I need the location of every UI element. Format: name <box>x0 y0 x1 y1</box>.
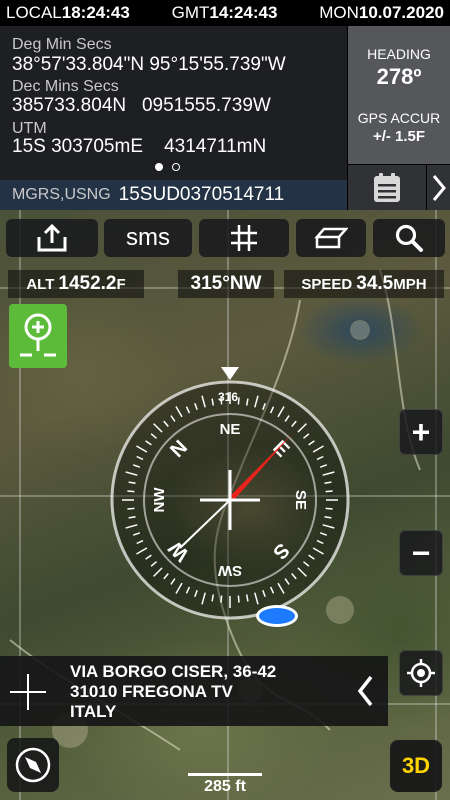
altitude-label: ALT <box>26 275 55 293</box>
altitude-unit: F <box>116 275 126 293</box>
dms-value: 38°57'33.804"N 95°15'55.739"W <box>12 54 286 75</box>
share-icon <box>37 223 67 252</box>
bearing-value: 315°NW <box>190 273 262 294</box>
address-panel[interactable]: VIA BORGO CISER, 36-42 31010 FREGONA TV … <box>0 656 388 726</box>
speed: SPEED 34.5 MPH <box>284 270 444 298</box>
gps-accuracy-value: +/- 1.5F <box>372 128 426 145</box>
compass-cardinal-label: NE <box>220 421 241 438</box>
dm-label: Dec Mins Secs <box>12 78 119 95</box>
add-location-icon <box>20 313 56 357</box>
gps-location-marker <box>256 605 298 627</box>
crosshair-icon <box>407 659 435 687</box>
speed-unit: MPH <box>393 275 427 293</box>
address-line-3: ITALY <box>70 702 117 721</box>
scale-bar <box>188 773 262 776</box>
chevron-left-icon <box>357 675 373 707</box>
page-dot[interactable] <box>172 163 180 171</box>
compass-cardinal-label: NW <box>151 487 168 513</box>
altitude: ALT 1452.2 F <box>8 270 144 298</box>
add-waypoint-button[interactable] <box>9 304 67 368</box>
collapse-address-button[interactable] <box>350 674 380 708</box>
address-line-1: VIA BORGO CISER, 36-42 <box>70 662 277 681</box>
mgrs-value: 15SUD0370514711 <box>118 184 285 205</box>
zoom-in-button[interactable]: + <box>399 409 443 455</box>
map-type-button[interactable] <box>296 219 366 257</box>
heading-value: 278º <box>376 64 422 89</box>
map-scale: 285 ft <box>186 773 264 800</box>
my-location-button[interactable] <box>399 650 443 696</box>
search-button[interactable] <box>373 219 445 257</box>
compass-top-reading: 316 <box>218 390 239 404</box>
next-panel-button[interactable] <box>427 165 450 210</box>
gmt-time: GMT14:24:43 <box>171 3 278 22</box>
bearing: 315°NW <box>178 270 274 298</box>
chevron-right-icon <box>432 174 446 201</box>
search-icon <box>395 224 423 252</box>
zoom-out-button[interactable]: − <box>399 530 443 576</box>
minus-icon: − <box>411 535 431 571</box>
crosshair-target-icon <box>10 674 46 710</box>
page-indicator[interactable] <box>155 163 180 171</box>
notes-icon <box>374 172 400 202</box>
status-bar: LOCAL18:24:43 GMT14:24:43 MON10.07.2020 <box>0 0 450 26</box>
coordinates-panel[interactable]: Deg Min Secs 38°57'33.804"N 95°15'55.739… <box>0 26 347 180</box>
mgrs-bar: MGRS,USNG 15SUD0370514711 <box>0 180 347 210</box>
sms-button[interactable]: sms <box>104 219 192 257</box>
altitude-value: 1452.2 <box>58 273 117 294</box>
plus-icon: + <box>411 414 431 450</box>
dms-label: Deg Min Secs <box>12 36 112 53</box>
address-line-2: 31010 FREGONA TV <box>70 682 233 701</box>
gps-accuracy-label: GPS ACCUR <box>357 110 441 126</box>
grid-button[interactable] <box>199 219 289 257</box>
compass-tick <box>325 507 333 510</box>
local-time: LOCAL18:24:43 <box>6 3 130 22</box>
compass-tick <box>127 490 135 493</box>
grid-icon <box>231 225 257 251</box>
compass-icon <box>15 747 51 783</box>
mgrs-label: MGRS,USNG <box>12 186 111 203</box>
heading-label: HEADING <box>367 46 431 62</box>
share-button[interactable] <box>6 219 98 257</box>
compass-tick <box>237 397 240 405</box>
map-layers-icon <box>314 227 348 249</box>
stats-bar: ALT 1452.2 F 315°NW SPEED 34.5 MPH <box>0 270 450 298</box>
page-dot-active[interactable] <box>155 163 163 171</box>
3d-mode-button[interactable]: 3D <box>390 740 442 792</box>
speed-value: 34.5 <box>356 273 394 294</box>
toolbar: sms <box>0 219 450 259</box>
dm-value: 385733.804N 0951555.739W <box>12 95 271 116</box>
utm-value: 15S 303705mE 4314711mN <box>12 136 267 157</box>
compass-tick <box>325 490 333 493</box>
compass-cardinal-label: SW <box>217 562 242 579</box>
heading-panel: HEADING 278º GPS ACCUR +/- 1.5F <box>348 26 450 164</box>
date: MON10.07.2020 <box>319 3 444 22</box>
compass-tick <box>220 595 223 603</box>
speed-label: SPEED <box>301 275 353 293</box>
compass-tick <box>237 595 240 603</box>
notes-button[interactable] <box>348 165 426 210</box>
compass-tick <box>127 507 135 510</box>
scale-label: 285 ft <box>204 778 246 795</box>
compass-cardinal-label: SE <box>292 490 309 510</box>
compass-mode-button[interactable] <box>7 738 59 792</box>
